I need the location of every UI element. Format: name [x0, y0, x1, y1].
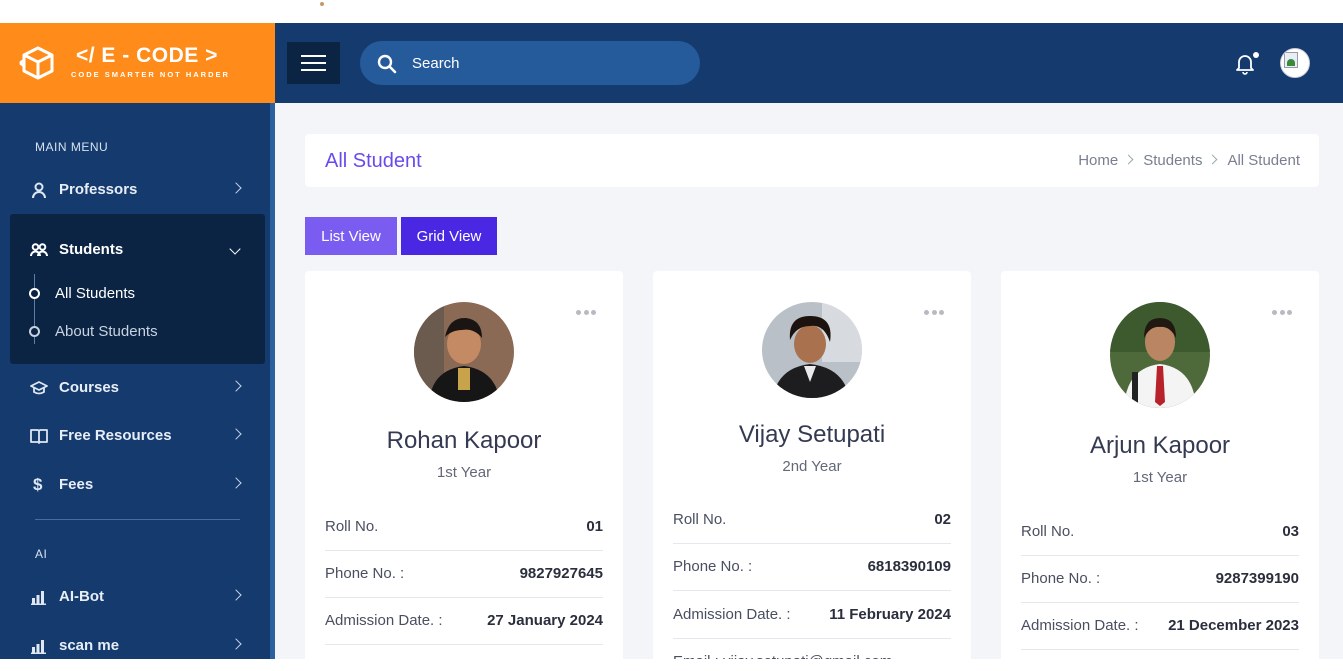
email-row: Email : vijay.setupati@gmail.com	[673, 653, 892, 659]
search-icon	[377, 54, 397, 74]
search-input[interactable]	[412, 41, 682, 85]
info-row: Roll No. 02	[673, 497, 951, 544]
info-row: Admission Date. :11 February 2024	[673, 592, 951, 639]
info-row: Phone No. :9287399190	[1021, 556, 1299, 603]
sidebar-item-fees[interactable]: $ Fees	[20, 468, 250, 502]
section-main-menu: MAIN MENU	[35, 140, 109, 154]
search-bar[interactable]	[360, 41, 700, 85]
chevron-right-icon	[230, 477, 242, 489]
chevron-right-icon	[230, 589, 242, 601]
circle-bullet-icon	[29, 326, 40, 337]
students-icon	[30, 243, 48, 257]
sidebar-item-courses[interactable]: Courses	[20, 371, 250, 405]
roll-number: 02	[934, 511, 951, 528]
brand-logo[interactable]: </ E - CODE > CODE SMARTER NOT HARDER	[0, 23, 275, 103]
student-card[interactable]: Vijay Setupati 2nd Year Roll No. 02 Phone…	[653, 271, 971, 671]
student-name: Vijay Setupati	[738, 421, 886, 448]
circle-bullet-icon	[29, 288, 40, 299]
chevron-right-icon	[230, 638, 242, 650]
student-photo	[762, 302, 862, 398]
phone-number: 9287399190	[1215, 570, 1299, 587]
student-year: 2nd Year	[782, 458, 842, 475]
book-open-icon	[30, 429, 48, 444]
roll-number: 01	[586, 518, 603, 535]
sidebar-group-students: Students All Students About Students	[10, 214, 265, 364]
admission-date: 21 December 2023	[1168, 617, 1299, 634]
student-card[interactable]: Rohan Kapoor 1st Year Roll No. 01 Phone N…	[305, 271, 623, 671]
hamburger-menu-button[interactable]	[287, 42, 340, 84]
admission-date: 11 February 2024	[829, 606, 951, 623]
bar-chart-icon	[31, 640, 46, 654]
phone-number: 9827927645	[519, 565, 603, 582]
info-row: Phone No. :9827927645	[325, 551, 603, 598]
more-options-icon[interactable]	[924, 302, 947, 320]
breadcrumb-all-student: All Student	[1227, 152, 1300, 169]
sidebar: MAIN MENU Professors Students All Studen…	[0, 103, 275, 659]
graduation-cap-icon	[30, 381, 48, 395]
info-row: Admission Date. :21 December 2023	[1021, 603, 1299, 650]
loading-dot	[320, 2, 324, 6]
brand-tagline: CODE SMARTER NOT HARDER	[71, 70, 230, 79]
student-name: Arjun Kapoor	[1089, 432, 1231, 459]
logo-box-icon	[19, 46, 54, 80]
sidebar-item-professors[interactable]: Professors	[20, 173, 250, 207]
info-row: Phone No. :6818390109	[673, 544, 951, 591]
sidebar-item-students[interactable]: Students	[20, 233, 250, 267]
sidebar-item-scan-me[interactable]: scan me	[20, 629, 250, 663]
list-view-button[interactable]: List View	[305, 217, 397, 255]
more-options-icon[interactable]	[1272, 302, 1295, 320]
chevron-right-icon	[1208, 154, 1218, 165]
chevron-right-icon	[230, 428, 242, 440]
student-card[interactable]: Arjun Kapoor 1st Year Roll No. 03 Phone N…	[1001, 271, 1319, 671]
page-title-bar: All Student Home Students All Student	[305, 134, 1319, 187]
page-title: All Student	[325, 150, 422, 172]
more-options-icon[interactable]	[576, 302, 599, 320]
breadcrumb-home[interactable]: Home	[1078, 152, 1118, 169]
notification-bell-icon[interactable]	[1233, 51, 1259, 80]
roll-number: 03	[1282, 523, 1299, 540]
info-row: Admission Date. :27 January 2024	[325, 598, 603, 645]
student-photo	[1110, 302, 1210, 408]
main-content: All Student Home Students All Student List…	[275, 103, 1343, 671]
top-strip	[0, 0, 1343, 23]
student-photo	[414, 302, 514, 402]
chevron-right-icon	[230, 182, 242, 194]
student-year: 1st Year	[436, 464, 492, 481]
sidebar-item-free-resources[interactable]: Free Resources	[20, 419, 250, 453]
student-year: 1st Year	[1132, 469, 1188, 486]
top-header	[275, 23, 1343, 103]
grid-view-button[interactable]: Grid View	[401, 217, 497, 255]
notification-dot	[1253, 52, 1259, 58]
info-row: Roll No. 03	[1021, 509, 1299, 556]
phone-number: 6818390109	[867, 558, 951, 575]
info-row: Roll No. 01	[325, 504, 603, 551]
sidebar-item-ai-bot[interactable]: AI-Bot	[20, 580, 250, 614]
section-ai: AI	[35, 547, 48, 561]
chevron-right-icon	[1123, 154, 1134, 165]
breadcrumb-students[interactable]: Students	[1143, 152, 1202, 169]
chevron-right-icon	[230, 380, 242, 392]
brand-name: </ E - CODE >	[76, 44, 218, 67]
breadcrumb: Home Students All Student	[1078, 152, 1300, 169]
student-name: Rohan Kapoor	[386, 427, 542, 454]
user-icon	[32, 182, 46, 199]
bar-chart-icon	[31, 591, 46, 605]
admission-date: 27 January 2024	[487, 612, 603, 629]
dollar-icon: $	[33, 475, 43, 494]
user-avatar[interactable]	[1280, 48, 1310, 78]
sidebar-divider	[35, 519, 240, 520]
